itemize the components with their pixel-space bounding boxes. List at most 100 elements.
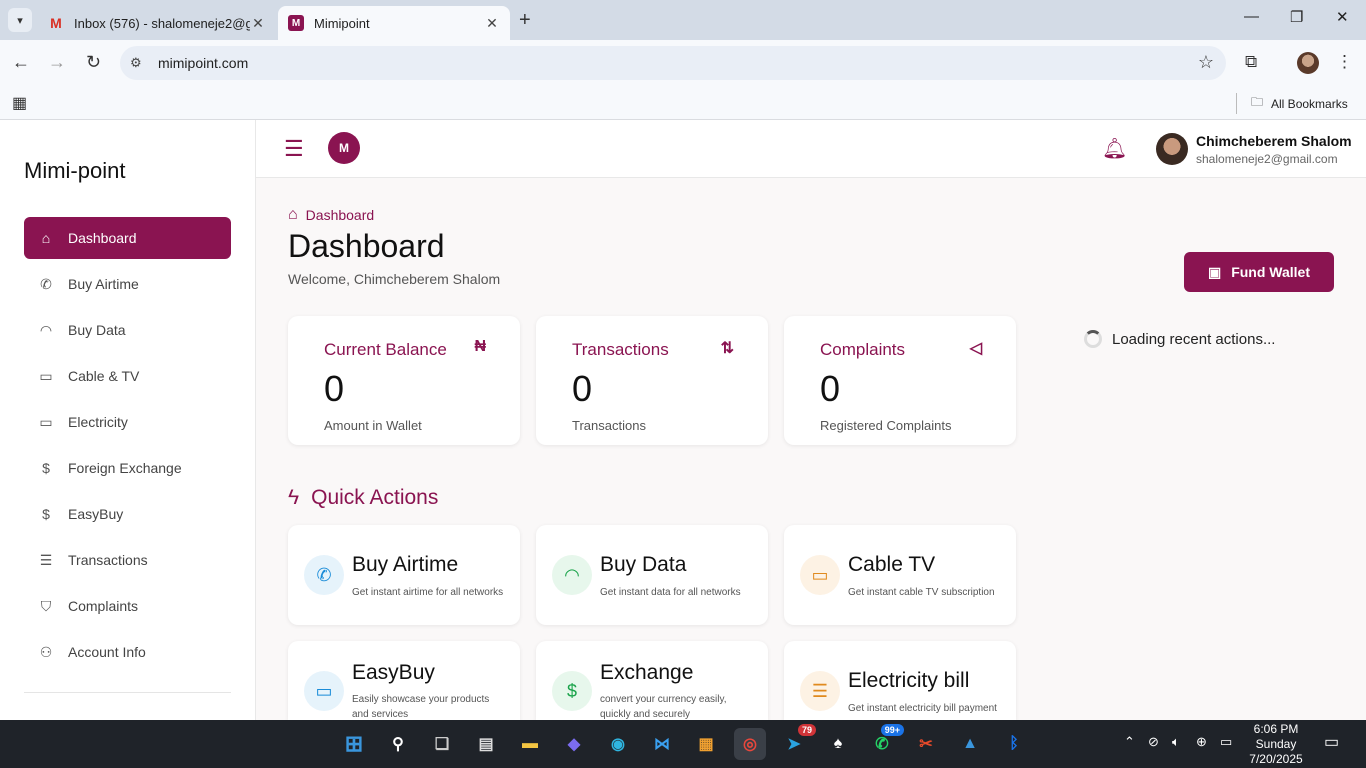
- stat-subtitle: Amount in Wallet: [324, 418, 422, 433]
- naira-icon: ₦: [474, 338, 486, 355]
- volume-icon[interactable]: 🔈︎: [1172, 734, 1180, 750]
- sidebar-item-cable-tv[interactable]: ▭ Cable & TV: [24, 355, 231, 397]
- quick-action-title: Cable TV: [848, 553, 936, 576]
- all-bookmarks-button[interactable]: 🗀 All Bookmarks: [1236, 93, 1348, 114]
- sidebar-item-electricity[interactable]: ▭ Electricity: [24, 401, 231, 443]
- quick-action-buy-data[interactable]: ◠ Buy Data Get instant data for all netw…: [536, 525, 768, 625]
- maximize-button[interactable]: ❐: [1290, 8, 1303, 26]
- quick-action-easybuy[interactable]: ▭ EasyBuy Easily showcase your products …: [288, 641, 520, 720]
- quick-action-exchange[interactable]: $ Exchange convert your currency easily,…: [536, 641, 768, 720]
- sidebar-item-easybuy[interactable]: $ EasyBuy: [24, 493, 231, 535]
- tab-title: Inbox (576) - shalomeneje2@gr: [74, 15, 250, 31]
- user-avatar[interactable]: [1156, 133, 1188, 165]
- new-tab-button[interactable]: +: [519, 9, 531, 32]
- sidebar-item-transactions[interactable]: ☰ Transactions: [24, 539, 231, 581]
- window-close-button[interactable]: ✕: [1336, 8, 1349, 26]
- task-view-icon[interactable]: ❏: [426, 728, 458, 760]
- sidebar-item-label: Cable & TV: [68, 368, 140, 384]
- chevron-up-icon[interactable]: ⌃: [1124, 734, 1135, 750]
- vscode-icon[interactable]: ⋈: [646, 728, 678, 760]
- bluetooth-icon[interactable]: ᛒ: [998, 728, 1030, 760]
- fund-wallet-button[interactable]: ▣ Fund Wallet: [1184, 252, 1334, 292]
- quick-action-electricity-bill[interactable]: ☰ Electricity bill Get instant electrici…: [784, 641, 1016, 720]
- minimize-button[interactable]: —: [1244, 8, 1259, 25]
- file-explorer-icon[interactable]: ▬: [514, 728, 546, 760]
- quick-action-desc: Get instant data for all networks: [600, 587, 741, 598]
- chrome-icon[interactable]: ◎: [734, 728, 766, 760]
- browser-tab-bar: ▾ M Inbox (576) - shalomeneje2@gr ✕ M Mi…: [0, 0, 1366, 40]
- stat-subtitle: Registered Complaints: [820, 418, 952, 433]
- snipping-tool-icon[interactable]: ✂: [910, 728, 942, 760]
- quick-actions-title: Quick Actions: [311, 486, 439, 509]
- quick-action-title: Buy Data: [600, 553, 687, 576]
- quick-action-buy-airtime[interactable]: ✆ Buy Airtime Get instant airtime for al…: [288, 525, 520, 625]
- sidebar-item-buy-data[interactable]: ◠ Buy Data: [24, 309, 231, 351]
- telegram-icon[interactable]: ➤ 79: [778, 724, 816, 760]
- edge-icon[interactable]: ◉: [602, 728, 634, 760]
- shield-icon: ⛉: [40, 597, 52, 614]
- address-bar[interactable]: ⚙ mimipoint.com ☆: [120, 46, 1226, 80]
- widgets-icon[interactable]: ▤: [470, 728, 502, 760]
- solitaire-icon[interactable]: ♠: [822, 728, 854, 760]
- clock-time: 6:06 PM: [1253, 722, 1299, 736]
- menu-icon[interactable]: ⋮: [1336, 52, 1353, 72]
- m365-icon[interactable]: ◆: [558, 728, 590, 760]
- breadcrumb-label[interactable]: Dashboard: [306, 207, 375, 223]
- store-icon[interactable]: ▦: [690, 728, 722, 760]
- close-icon[interactable]: ✕: [250, 15, 266, 32]
- bell-icon[interactable]: 🔔︎: [1102, 136, 1127, 161]
- dollar-icon: $: [552, 671, 592, 711]
- stat-card-balance: Current Balance ₦ 0 Amount in Wallet: [288, 316, 520, 445]
- sidebar-item-foreign-exchange[interactable]: $ Foreign Exchange: [24, 447, 231, 489]
- quick-action-cable-tv[interactable]: ▭ Cable TV Get instant cable TV subscrip…: [784, 525, 1016, 625]
- home-icon[interactable]: ⌂: [288, 206, 298, 224]
- sidebar-item-label: Complaints: [68, 598, 139, 614]
- windows-start-icon[interactable]: ⊞: [338, 728, 370, 760]
- site-info-icon[interactable]: ⚙: [130, 55, 150, 71]
- sidebar-divider: [24, 692, 231, 693]
- forward-button[interactable]: →: [48, 52, 66, 73]
- list-icon: ☰: [39, 551, 53, 568]
- system-clock[interactable]: 6:06 PM Sunday 7/20/2025: [1244, 722, 1308, 767]
- tab-search-button[interactable]: ▾: [8, 8, 32, 32]
- loading-text: Loading recent actions...: [1112, 330, 1276, 348]
- close-icon[interactable]: ✕: [484, 15, 500, 32]
- tab-mimipoint[interactable]: M Mimipoint ✕: [278, 6, 510, 40]
- breadcrumb: ⌂ Dashboard: [288, 206, 374, 224]
- network-icon[interactable]: ⊘: [1148, 734, 1159, 750]
- tv-icon: ▭: [39, 413, 53, 430]
- sidebar-item-buy-airtime[interactable]: ✆ Buy Airtime: [24, 263, 231, 305]
- profile-avatar[interactable]: [1297, 52, 1319, 74]
- stat-title: Transactions: [572, 340, 669, 359]
- back-button[interactable]: ←: [12, 52, 30, 73]
- folder-icon: 🗀: [1251, 95, 1264, 109]
- photos-icon[interactable]: ▲: [954, 728, 986, 760]
- search-icon[interactable]: ⚲: [382, 728, 414, 760]
- sidebar-item-complaints[interactable]: ⛉ Complaints: [24, 585, 231, 627]
- taskbar: ⊞ ⚲ ❏ ▤ ▬ ◆ ◉ ⋈ ▦ ◎ ➤ 79 ♠ ✆ 99+ ✂ ▲ ᛒ ⌃ ⊘…: [0, 720, 1366, 768]
- apps-grid-icon[interactable]: ▦: [12, 93, 27, 113]
- battery-icon[interactable]: ▭: [1220, 734, 1232, 750]
- bookmark-star-icon[interactable]: ☆: [1198, 52, 1214, 73]
- tab-inbox[interactable]: M Inbox (576) - shalomeneje2@gr ✕: [38, 6, 276, 40]
- quick-actions-heading: ϟ Quick Actions: [288, 486, 438, 510]
- stat-title: Complaints: [820, 340, 906, 359]
- home-icon: ⌂: [41, 230, 51, 246]
- whatsapp-icon[interactable]: ✆ 99+: [866, 724, 904, 760]
- extensions-icon[interactable]: ⧉: [1245, 52, 1257, 72]
- tv-icon: ▭: [39, 367, 53, 384]
- notifications-icon[interactable]: ▭: [1324, 732, 1339, 752]
- logo[interactable]: M: [328, 132, 360, 164]
- quick-action-title: Electricity bill: [848, 669, 970, 692]
- language-icon[interactable]: ⊕: [1196, 734, 1207, 750]
- user-email: shalomeneje2@gmail.com: [1196, 152, 1338, 166]
- reload-button[interactable]: ↻: [86, 52, 101, 73]
- sidebar-item-dashboard[interactable]: ⌂ Dashboard: [24, 217, 231, 259]
- quick-action-desc: Easily showcase your products and servic…: [352, 694, 490, 720]
- hamburger-menu-icon[interactable]: ☰: [284, 136, 304, 162]
- list-icon: ☰: [800, 671, 840, 711]
- spinner-icon: [1084, 330, 1102, 348]
- card-icon: ▭: [304, 671, 344, 711]
- sidebar-item-account-info[interactable]: ⚇ Account Info: [24, 631, 231, 673]
- url-text: mimipoint.com: [158, 55, 249, 71]
